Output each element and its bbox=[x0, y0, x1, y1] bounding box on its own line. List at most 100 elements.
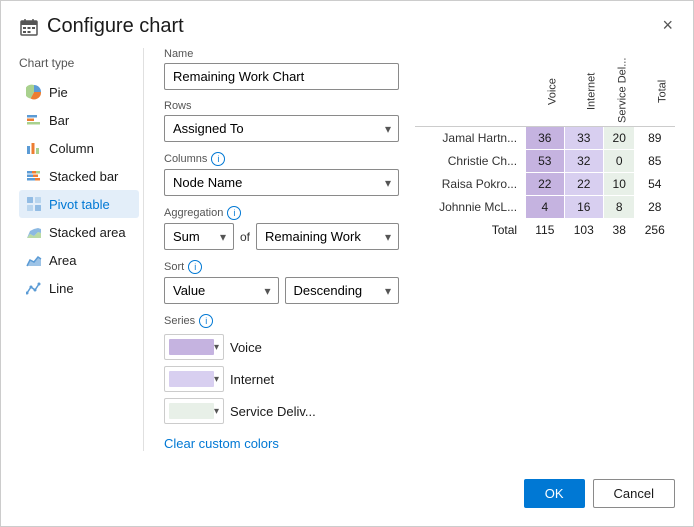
chart-type-list: Pie Bar bbox=[19, 78, 139, 302]
cell-total-internet: 103 bbox=[564, 218, 603, 241]
series-item-service: ▾ Service Deliv... bbox=[164, 398, 399, 424]
table-row: Johnnie McL... 4 16 8 28 bbox=[415, 195, 675, 218]
columns-select[interactable]: Node Name bbox=[164, 169, 399, 196]
cell-total-0: 89 bbox=[635, 126, 675, 149]
dialog-footer: OK Cancel bbox=[1, 469, 693, 526]
calendar-icon bbox=[19, 17, 39, 37]
cell-total-service: 38 bbox=[603, 218, 635, 241]
row-label-3: Johnnie McL... bbox=[415, 195, 526, 218]
pivot-col-voice: Voice bbox=[526, 56, 564, 126]
cell-service-3: 8 bbox=[603, 195, 635, 218]
row-label-1: Christie Ch... bbox=[415, 149, 526, 172]
rows-select-wrapper: Assigned To bbox=[164, 115, 399, 142]
chart-type-label: Chart type bbox=[19, 56, 139, 70]
table-row: Christie Ch... 53 32 0 85 bbox=[415, 149, 675, 172]
cell-total-3: 28 bbox=[635, 195, 675, 218]
cell-service-2: 10 bbox=[603, 172, 635, 195]
series-internet-color-box[interactable]: ▾ bbox=[164, 366, 224, 392]
chart-type-stacked-bar[interactable]: Stacked bar bbox=[19, 162, 139, 190]
chart-type-pivot-label: Pivot table bbox=[49, 197, 110, 212]
chart-type-stacked-area-label: Stacked area bbox=[49, 225, 126, 240]
series-item-internet: ▾ Internet bbox=[164, 366, 399, 392]
series-voice-color-box[interactable]: ▾ bbox=[164, 334, 224, 360]
cell-total-voice: 115 bbox=[526, 218, 564, 241]
sort-row: Value Descending bbox=[164, 277, 399, 304]
name-label: Name bbox=[164, 48, 399, 60]
sort-order-wrapper: Descending bbox=[285, 277, 400, 304]
pivot-table-panel: Voice Internet Service Del... Total Jama… bbox=[415, 48, 675, 451]
aggregation-info-icon[interactable]: i bbox=[227, 206, 241, 220]
chart-type-line[interactable]: Line bbox=[19, 274, 139, 302]
columns-info-icon[interactable]: i bbox=[211, 152, 225, 166]
chart-type-pie-label: Pie bbox=[49, 85, 68, 100]
chart-type-bar[interactable]: Bar bbox=[19, 106, 139, 134]
table-row: Raisa Pokro... 22 22 10 54 bbox=[415, 172, 675, 195]
name-input[interactable] bbox=[164, 63, 399, 90]
series-info-icon[interactable]: i bbox=[199, 314, 213, 328]
sort-label: Sort i bbox=[164, 260, 399, 274]
cell-service-1: 0 bbox=[603, 149, 635, 172]
divider bbox=[143, 48, 144, 451]
aggregation-field-select[interactable]: Remaining Work bbox=[256, 223, 399, 250]
aggregation-func-select[interactable]: Sum bbox=[164, 223, 234, 250]
chart-type-panel: Chart type Pie bbox=[19, 48, 139, 451]
series-voice-label: Voice bbox=[230, 340, 262, 355]
series-service-color-box[interactable]: ▾ bbox=[164, 398, 224, 424]
dialog-header: Configure chart × bbox=[1, 1, 693, 48]
series-internet-swatch bbox=[169, 371, 214, 387]
pivot-total-row: Total 115 103 38 256 bbox=[415, 218, 675, 241]
cell-voice-0: 36 bbox=[526, 126, 564, 149]
chart-type-column-label: Column bbox=[49, 141, 94, 156]
aggregation-label: Aggregation i bbox=[164, 206, 399, 220]
sort-order-select[interactable]: Descending bbox=[285, 277, 400, 304]
aggregation-field-wrapper: Remaining Work bbox=[256, 223, 399, 250]
pivot-table: Voice Internet Service Del... Total Jama… bbox=[415, 56, 675, 242]
cell-total-2: 54 bbox=[635, 172, 675, 195]
clear-custom-colors-link[interactable]: Clear custom colors bbox=[164, 436, 279, 451]
chart-type-area-label: Area bbox=[49, 253, 76, 268]
chart-type-area[interactable]: Area bbox=[19, 246, 139, 274]
pivot-col-service: Service Del... bbox=[603, 56, 635, 126]
pie-icon bbox=[25, 83, 43, 101]
stacked-area-icon bbox=[25, 223, 43, 241]
table-row: Jamal Hartn... 36 33 20 89 bbox=[415, 126, 675, 149]
chart-type-pivot-table[interactable]: Pivot table bbox=[19, 190, 139, 218]
cell-internet-0: 33 bbox=[564, 126, 603, 149]
series-section: Series i ▾ Voice ▾ Internet bbox=[164, 314, 399, 451]
sort-info-icon[interactable]: i bbox=[188, 260, 202, 274]
pivot-row-header-empty bbox=[415, 56, 526, 126]
series-internet-label: Internet bbox=[230, 372, 274, 387]
rows-select[interactable]: Assigned To bbox=[164, 115, 399, 142]
chart-type-column[interactable]: Column bbox=[19, 134, 139, 162]
chart-type-bar-label: Bar bbox=[49, 113, 69, 128]
cell-internet-3: 16 bbox=[564, 195, 603, 218]
sort-by-select[interactable]: Value bbox=[164, 277, 279, 304]
area-icon bbox=[25, 251, 43, 269]
cell-total-1: 85 bbox=[635, 149, 675, 172]
chart-type-stacked-bar-label: Stacked bar bbox=[49, 169, 118, 184]
chart-type-pie[interactable]: Pie bbox=[19, 78, 139, 106]
series-service-swatch bbox=[169, 403, 214, 419]
cell-voice-2: 22 bbox=[526, 172, 564, 195]
pivot-total-label: Total bbox=[415, 218, 526, 241]
chart-type-line-label: Line bbox=[49, 281, 74, 296]
pivot-col-total: Total bbox=[635, 56, 675, 126]
series-service-label: Service Deliv... bbox=[230, 404, 316, 419]
pivot-col-internet: Internet bbox=[564, 56, 603, 126]
dialog-body: Chart type Pie bbox=[1, 48, 693, 469]
aggregation-row: Sum of Remaining Work bbox=[164, 223, 399, 250]
series-voice-swatch bbox=[169, 339, 214, 355]
row-label-2: Raisa Pokro... bbox=[415, 172, 526, 195]
form-panel: Name Rows Assigned To Columns i Node Nam… bbox=[148, 48, 415, 451]
cell-service-0: 20 bbox=[603, 126, 635, 149]
dialog-title: Configure chart bbox=[47, 15, 184, 38]
ok-button[interactable]: OK bbox=[524, 479, 585, 508]
column-icon bbox=[25, 139, 43, 157]
cell-internet-2: 22 bbox=[564, 172, 603, 195]
sort-by-wrapper: Value bbox=[164, 277, 279, 304]
chart-type-stacked-area[interactable]: Stacked area bbox=[19, 218, 139, 246]
aggregation-of-text: of bbox=[240, 230, 250, 244]
close-button[interactable]: × bbox=[656, 13, 679, 38]
cancel-button[interactable]: Cancel bbox=[593, 479, 675, 508]
series-label: Series i bbox=[164, 314, 399, 328]
